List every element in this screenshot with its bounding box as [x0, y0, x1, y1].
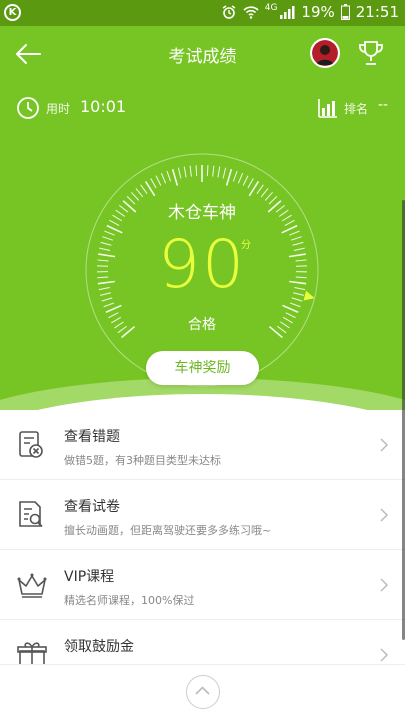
gauge-tick [98, 253, 116, 258]
gauge-tick [225, 168, 233, 186]
gauge-tick [97, 259, 109, 262]
page-title: 考试成绩 [168, 47, 237, 67]
chevron-right-icon [380, 508, 389, 522]
gauge-tick [282, 304, 299, 314]
gauge-tick [105, 304, 122, 314]
status-bar: K 4G 19% 21:51 [0, 0, 405, 26]
gauge-tick [189, 165, 192, 177]
chevron-up-icon [195, 686, 210, 695]
rank-label: 排名 [344, 102, 369, 116]
chevron-right-icon [380, 578, 389, 592]
gauge-tick [288, 253, 306, 258]
scroll-up-button[interactable] [186, 675, 220, 709]
user-avatar[interactable] [310, 38, 340, 68]
gauge-tick [100, 241, 112, 246]
chevron-right-icon [380, 438, 389, 452]
gauge-tick [289, 280, 307, 285]
gauge-tick [292, 241, 304, 246]
list-item-exam-paper[interactable]: 查看试卷 擅长动画题，但距离驾驶还要多多练习哦~ [0, 480, 405, 550]
chevron-right-icon [380, 648, 389, 662]
gauge-tick [150, 178, 157, 189]
clock-time: 21:51 [355, 3, 399, 21]
list-item-title: 领取鼓励金 [64, 639, 134, 655]
rank-title: 木仓车神 [168, 203, 236, 223]
gauge-tick [102, 236, 114, 241]
gauge-pointer [303, 290, 315, 301]
gauge-tick [232, 170, 238, 182]
alarm-icon [222, 5, 236, 19]
time-value: 10:01 [80, 97, 127, 116]
network-type: 4G [264, 3, 278, 13]
gauge-tick [290, 236, 302, 241]
status-icons: 4G 19% 21:51 [221, 3, 399, 21]
rank-value: -- [378, 97, 389, 113]
reward-button[interactable]: 车神奖励 [146, 351, 259, 385]
list-item-subtitle: 做错5题，有3种题目类型未达标 [64, 454, 221, 467]
gauge-tick [177, 167, 182, 179]
list-item-title: 查看试卷 [64, 499, 120, 515]
k-app-icon: K [4, 4, 21, 21]
gauge-tick [98, 287, 110, 291]
gauge-tick [281, 224, 298, 234]
crown-icon [17, 573, 47, 598]
stats-bar: 用时 10:01 排名 -- [0, 92, 405, 124]
nav-bar: 考试成绩 [0, 26, 405, 82]
gauge-tick [256, 184, 264, 195]
gauge-tick [183, 166, 187, 178]
gauge-tick [289, 302, 301, 308]
trophy-icon[interactable] [356, 38, 386, 68]
gauge-tick [222, 167, 227, 179]
battery-percent: 19% [301, 3, 335, 21]
gauge-tick [160, 172, 167, 184]
gauge-tick [140, 184, 148, 195]
gauge-tick [237, 172, 244, 184]
pass-status: 合格 [188, 317, 216, 333]
gauge-tick [103, 302, 115, 308]
gauge-tick [291, 297, 303, 302]
gauge-tick [242, 175, 249, 186]
gauge-tick [206, 165, 209, 177]
gauge-tick [293, 247, 305, 251]
gauge-tick [166, 170, 172, 182]
gauge-tick [99, 292, 111, 296]
gauge-tick [171, 168, 179, 186]
clock-icon [17, 97, 39, 119]
list-item-vip-course[interactable]: VIP课程 精选名师课程，100%保过 [0, 550, 405, 620]
score-unit: 分 [241, 240, 251, 251]
list-item-subtitle: 精选名师课程，100%保过 [64, 594, 195, 607]
battery-icon [340, 4, 350, 20]
gauge-tick [289, 230, 300, 236]
gauge-tick [97, 276, 109, 279]
gauge-tick [212, 165, 215, 177]
signal-icon [280, 6, 295, 19]
gauge-tick [294, 287, 306, 291]
gauge-tick [247, 178, 254, 189]
list-item-subtitle: 擅长动画题，但距离驾驶还要多多练习哦~ [64, 524, 272, 537]
wrong-questions-icon [19, 431, 43, 458]
gauge-tick [295, 276, 307, 279]
bottom-bar [0, 664, 405, 720]
exam-paper-icon [19, 501, 43, 528]
gauge-tick [99, 247, 111, 251]
gauge-tick [260, 188, 269, 198]
gauge-tick [106, 224, 123, 234]
gauge-tick [195, 165, 198, 177]
time-label: 用时 [46, 102, 71, 116]
gauge-tick [97, 280, 115, 285]
list-item-title: 查看错题 [64, 429, 120, 445]
action-list: 查看错题 做错5题，有3种题目类型未达标 查看试卷 擅长动画题，但距离驾驶还要多… [0, 410, 405, 690]
gauge-tick [293, 292, 305, 296]
list-item-wrong-questions[interactable]: 查看错题 做错5题，有3种题目类型未达标 [0, 410, 405, 480]
gauge-tick [295, 259, 307, 262]
gauge-tick [155, 175, 162, 186]
wifi-icon [243, 6, 259, 19]
gauge-tick [104, 230, 115, 236]
gauge-tick [101, 297, 113, 302]
rank-chart-icon [318, 99, 337, 118]
list-item-title: VIP课程 [64, 569, 115, 585]
gauge-tick [217, 166, 221, 178]
gauge-tick [135, 188, 144, 198]
